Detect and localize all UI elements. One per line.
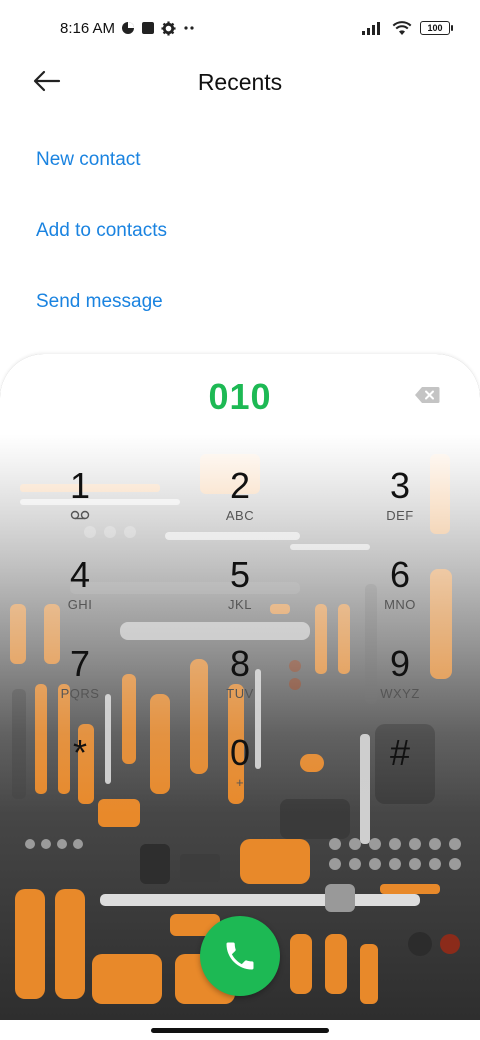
key-letters: WXYZ: [380, 686, 420, 701]
key-letters: TUV: [226, 686, 254, 701]
key-digit: 7: [69, 643, 91, 684]
key-digit: 6: [389, 554, 411, 595]
key-digit: *: [72, 732, 87, 773]
key-7[interactable]: 7 PQRS: [30, 642, 130, 722]
key-letters: GHI: [67, 597, 93, 612]
more-dots-icon: [184, 26, 194, 30]
key-1[interactable]: 1: [30, 464, 130, 544]
key-letters: JKL: [228, 597, 252, 612]
app-header: Recents: [0, 56, 480, 108]
battery-level: 100: [427, 23, 443, 33]
key-4[interactable]: 4 GHI: [30, 553, 130, 633]
dialer-panel: 010 1 2 ABC 3 DEF 4 GHI 5 JKL 6 MNO 7 PQ…: [0, 354, 480, 1020]
key-hash[interactable]: #: [350, 731, 450, 811]
key-letters: MNO: [384, 597, 416, 612]
back-arrow-icon: [33, 70, 61, 92]
key-6[interactable]: 6 MNO: [350, 553, 450, 633]
key-digit: 3: [389, 465, 411, 506]
page-title: Recents: [197, 68, 283, 95]
action-list: New contact Add to contacts Send message: [36, 130, 167, 343]
key-digit: 0: [229, 732, 251, 773]
key-digit: 2: [229, 465, 251, 506]
key-digit: #: [389, 732, 411, 773]
backspace-icon[interactable]: [414, 386, 440, 404]
battery-icon: 100: [420, 21, 453, 35]
navigation-bar: [0, 1020, 480, 1040]
key-0[interactable]: 0 +: [190, 731, 290, 811]
phone-icon: [226, 942, 254, 970]
key-digit: 8: [229, 643, 251, 684]
key-digit: 9: [389, 643, 411, 684]
back-button[interactable]: [30, 66, 64, 96]
key-8[interactable]: 8 TUV: [190, 642, 290, 722]
status-bar: 8:16 AM 100: [0, 0, 480, 56]
key-3[interactable]: 3 DEF: [350, 464, 450, 544]
key-letters: +: [235, 775, 245, 790]
wifi-icon: [392, 20, 412, 35]
call-button[interactable]: [200, 916, 280, 996]
key-9[interactable]: 9 WXYZ: [350, 642, 450, 722]
key-letters: ABC: [225, 508, 255, 523]
key-5[interactable]: 5 JKL: [190, 553, 290, 633]
voicemail-icon: [70, 510, 90, 520]
add-to-contacts-link[interactable]: Add to contacts: [36, 201, 167, 272]
send-message-link[interactable]: Send message: [36, 272, 167, 343]
key-2[interactable]: 2 ABC: [190, 464, 290, 544]
key-digit: 1: [69, 465, 91, 506]
data-saver-icon: [122, 22, 135, 34]
home-indicator[interactable]: [151, 1027, 329, 1033]
key-letters: PQRS: [60, 686, 100, 701]
key-digit: 4: [69, 554, 91, 595]
key-star[interactable]: *: [30, 731, 130, 811]
square-icon: [142, 22, 155, 34]
key-digit: 5: [229, 554, 251, 595]
key-letters: DEF: [386, 508, 414, 523]
status-time: 8:16 AM: [60, 19, 116, 37]
dialed-number[interactable]: 010: [0, 376, 480, 418]
gear-icon: [161, 20, 176, 36]
signal-icon: [362, 22, 380, 35]
new-contact-link[interactable]: New contact: [36, 130, 167, 201]
